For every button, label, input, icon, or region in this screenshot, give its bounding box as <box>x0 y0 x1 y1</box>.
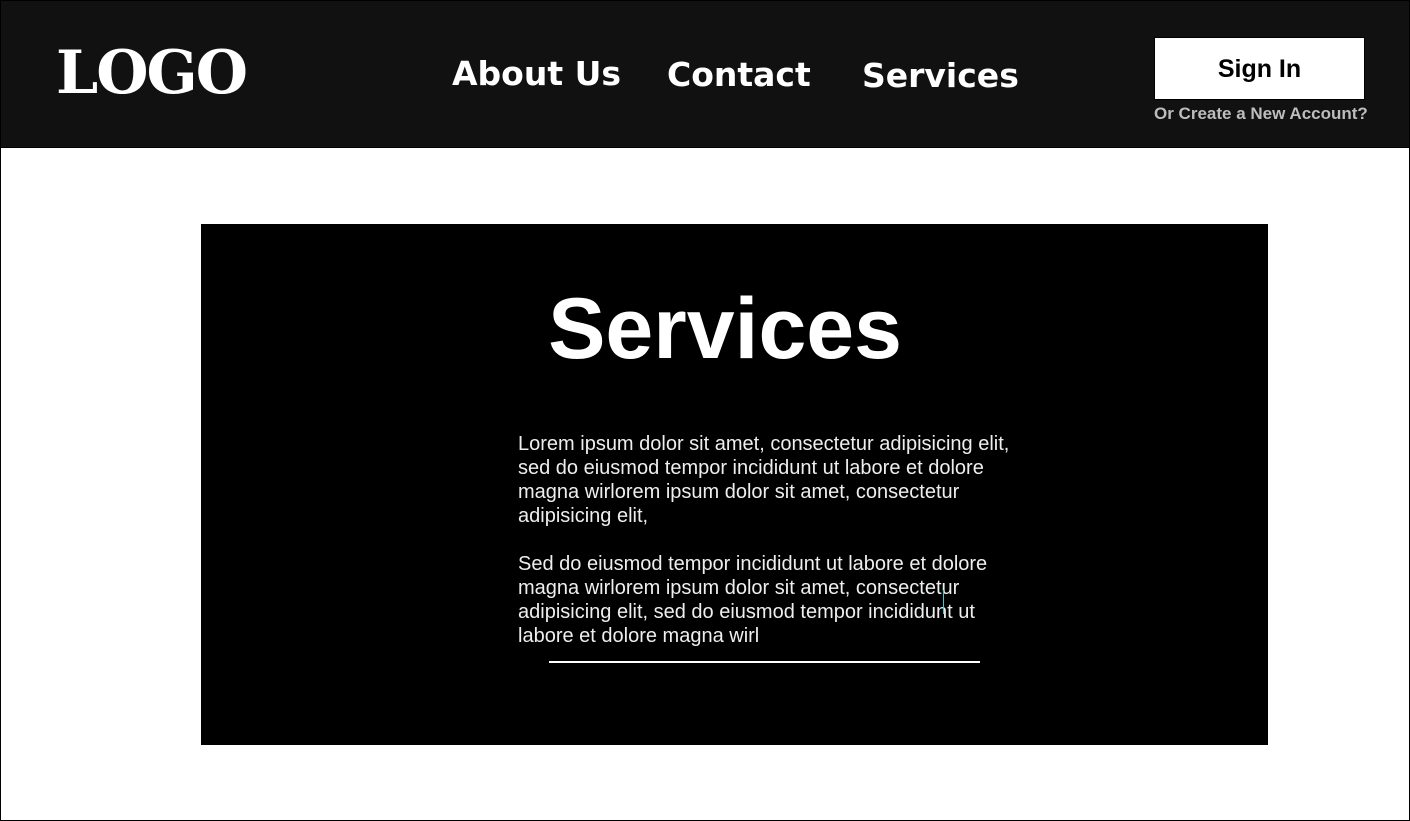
hero-paragraph: Lorem ipsum dolor sit amet, consectetur … <box>518 433 1010 527</box>
text-cursor-caret <box>943 590 944 614</box>
sign-in-button[interactable]: Sign In <box>1154 37 1365 100</box>
section-divider-line <box>549 661 980 663</box>
hero-paragraph: Sed do eiusmod tempor incididunt ut labo… <box>518 553 988 647</box>
hero-title: Services <box>548 281 902 377</box>
nav-link-services[interactable]: Services <box>862 56 1019 96</box>
site-logo[interactable]: LOGO <box>56 37 248 109</box>
page-frame: LOGO About Us Contact Services Sign In O… <box>0 0 1410 821</box>
hero-body-text: Lorem ipsum dolor sit amet, consectetur … <box>518 432 1028 672</box>
site-header: LOGO About Us Contact Services Sign In O… <box>1 1 1409 148</box>
create-account-link[interactable]: Or Create a New Account? <box>1154 103 1368 125</box>
nav-link-contact[interactable]: Contact <box>667 55 811 95</box>
services-hero: Services Lorem ipsum dolor sit amet, con… <box>201 224 1268 745</box>
nav-link-about-us[interactable]: About Us <box>452 54 621 94</box>
